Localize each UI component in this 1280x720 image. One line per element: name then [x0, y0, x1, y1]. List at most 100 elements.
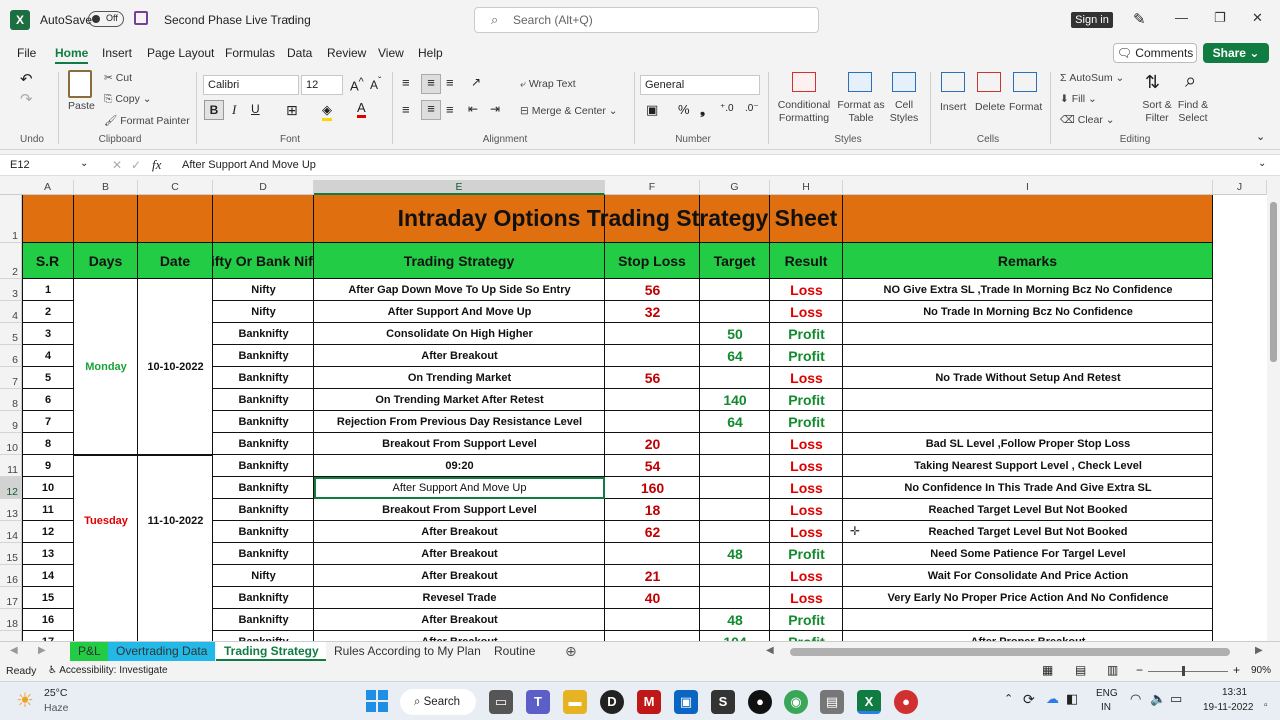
notification-icon[interactable]: ▫ [1264, 700, 1268, 711]
paste-button[interactable]: Paste [68, 100, 95, 112]
fill-button[interactable]: ⬇ Fill ⌄ [1060, 93, 1097, 105]
sort-filter-icon[interactable]: ⇅ [1145, 72, 1160, 93]
align-left-icon[interactable]: ≡ [402, 102, 410, 117]
cell-result[interactable]: Loss [770, 301, 843, 323]
menu-help[interactable]: Help [418, 46, 443, 60]
cell-index[interactable]: Nifty [213, 301, 314, 323]
increase-font-icon[interactable]: A^ [350, 76, 364, 93]
table-header-9[interactable]: Remarks [843, 243, 1213, 279]
zoom-slider[interactable] [1148, 671, 1228, 672]
increase-decimal-icon[interactable]: ⁺.0 [720, 103, 734, 114]
chevron-down-icon[interactable]: ⌄ [285, 12, 293, 23]
fill-color-icon[interactable]: ◈ [322, 102, 332, 121]
cell-strategy[interactable]: After Support And Move Up [314, 301, 605, 323]
column-header-f[interactable]: F [605, 180, 700, 195]
cell-target[interactable] [700, 279, 770, 301]
format-as-table-button[interactable]: Format as Table [836, 99, 886, 125]
name-box[interactable]: E12 [6, 157, 90, 174]
app-icon[interactable]: ● [748, 690, 772, 714]
calculator-icon[interactable]: ▤ [820, 690, 844, 714]
cell-target[interactable]: 48 [700, 609, 770, 631]
minimize-icon[interactable]: — [1175, 10, 1188, 25]
decrease-indent-icon[interactable]: ⇤ [468, 102, 478, 116]
cell-result[interactable]: Loss [770, 433, 843, 455]
cell-strategy[interactable]: Consolidate On High Higher [314, 323, 605, 345]
align-center-icon[interactable]: ≡ [421, 100, 441, 120]
cell-sr[interactable]: 3 [22, 323, 74, 345]
sheet-tab-5[interactable]: Routine [486, 642, 544, 661]
align-middle-icon[interactable]: ≡ [421, 74, 441, 94]
table-header-8[interactable]: Result [770, 243, 843, 279]
row-header[interactable]: 15 [0, 543, 22, 565]
cell-remarks[interactable]: Reached Target Level But Not Booked [843, 521, 1213, 543]
cell-target[interactable] [700, 565, 770, 587]
font-size-select[interactable]: 12 [301, 75, 343, 95]
cell-sr[interactable]: 17 [22, 631, 74, 641]
cell-remarks[interactable]: After Proper Breakout [843, 631, 1213, 641]
cell-remarks[interactable]: Very Early No Proper Price Action And No… [843, 587, 1213, 609]
accessibility-button[interactable]: ♿ Accessibility: Investigate [48, 665, 168, 676]
menu-formulas[interactable]: Formulas [225, 46, 275, 60]
cell-strategy[interactable]: Breakout From Support Level [314, 433, 605, 455]
cell-stop-loss[interactable]: 62 [605, 521, 700, 543]
row-header[interactable]: 14 [0, 521, 22, 543]
cell-stop-loss[interactable] [605, 543, 700, 565]
cell-sr[interactable]: 5 [22, 367, 74, 389]
cell-date[interactable]: 10-10-2022 [138, 279, 213, 455]
cell-result[interactable]: Loss [770, 455, 843, 477]
align-right-icon[interactable]: ≡ [446, 102, 454, 117]
region-indicator[interactable]: IN [1101, 702, 1111, 713]
row-header[interactable]: 17 [0, 587, 22, 609]
cell-index[interactable]: Banknifty [213, 631, 314, 641]
row-header[interactable]: 1 [0, 195, 22, 243]
cell-strategy[interactable]: Revesel Trade [314, 587, 605, 609]
normal-view-icon[interactable]: ▦ [1042, 663, 1053, 677]
cell-remarks[interactable]: No Confidence In This Trade And Give Ext… [843, 477, 1213, 499]
table-header-1[interactable]: S.R [22, 243, 74, 279]
cell-target[interactable] [700, 477, 770, 499]
vertical-scroll-thumb[interactable] [1270, 202, 1277, 362]
cell-strategy[interactable]: After Breakout [314, 565, 605, 587]
column-header-h[interactable]: H [770, 180, 843, 195]
paste-icon[interactable] [68, 70, 92, 98]
row-header[interactable]: 5 [0, 323, 22, 345]
menu-review[interactable]: Review [327, 46, 366, 60]
cell-day[interactable]: Tuesday [74, 455, 138, 587]
italic-button[interactable]: I [232, 102, 236, 118]
cell-target[interactable]: 64 [700, 345, 770, 367]
cell-stop-loss[interactable] [605, 389, 700, 411]
sort-filter-button[interactable]: Sort & Filter [1139, 99, 1175, 125]
cell-target[interactable]: 48 [700, 543, 770, 565]
cell-sr[interactable]: 11 [22, 499, 74, 521]
cell-sr[interactable]: 16 [22, 609, 74, 631]
table-header-2[interactable]: Days [74, 243, 138, 279]
cell-result[interactable]: Loss [770, 521, 843, 543]
cell-remarks[interactable]: Wait For Consolidate And Price Action [843, 565, 1213, 587]
page-break-view-icon[interactable]: ▥ [1107, 663, 1118, 677]
cell-result[interactable]: Profit [770, 389, 843, 411]
decrease-font-icon[interactable]: Aˇ [370, 76, 381, 92]
row-header[interactable]: 16 [0, 565, 22, 587]
cell-target[interactable] [700, 367, 770, 389]
number-format-select[interactable]: General [640, 75, 760, 95]
cell-stop-loss[interactable] [605, 609, 700, 631]
cell-target[interactable]: 64 [700, 411, 770, 433]
task-view-icon[interactable]: ▭ [489, 690, 513, 714]
cell-stop-loss[interactable]: 21 [605, 565, 700, 587]
cell-sr[interactable]: 10 [22, 477, 74, 499]
scroll-tabs-right-icon[interactable]: ▶ [38, 645, 46, 656]
confirm-entry-icon[interactable]: ✓ [131, 158, 141, 172]
hscroll-right-icon[interactable]: ▶ [1255, 645, 1263, 656]
cell-remarks[interactable]: No Trade In Morning Bcz No Confidence [843, 301, 1213, 323]
cell-remarks[interactable] [843, 609, 1213, 631]
row-header[interactable]: 18 [0, 609, 22, 631]
close-icon[interactable]: ✕ [1252, 10, 1263, 26]
cell-result[interactable]: Profit [770, 323, 843, 345]
vertical-scrollbar[interactable] [1267, 180, 1280, 641]
row-header[interactable]: 7 [0, 367, 22, 389]
wifi-icon[interactable]: ◠ [1130, 691, 1141, 707]
cell-stop-loss[interactable]: 56 [605, 367, 700, 389]
cell-strategy[interactable]: After Breakout [314, 543, 605, 565]
cell-strategy[interactable]: After Breakout [314, 631, 605, 641]
cell-index[interactable]: Banknifty [213, 411, 314, 433]
